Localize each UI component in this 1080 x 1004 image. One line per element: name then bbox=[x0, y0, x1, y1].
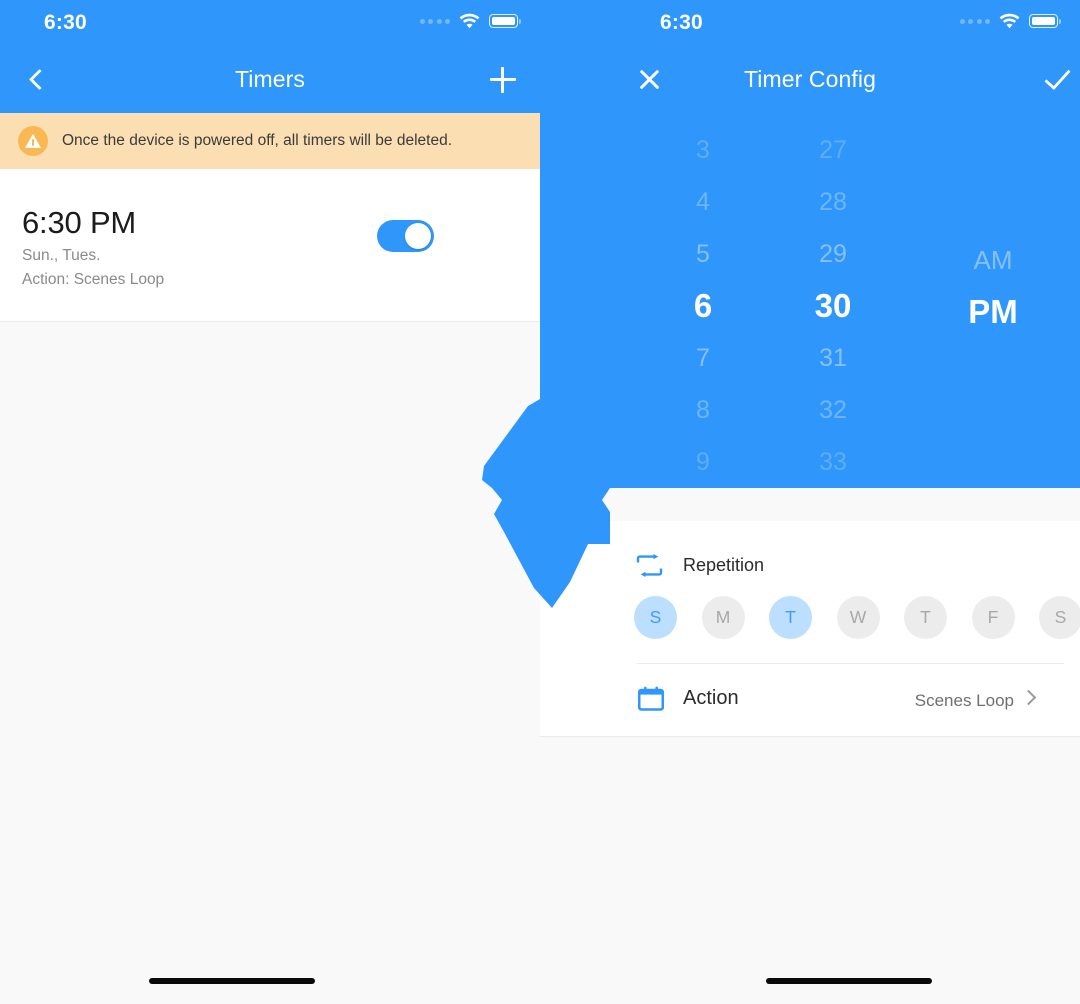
timer-time: 6:30 PM bbox=[22, 205, 137, 240]
warning-banner: Once the device is powered off, all time… bbox=[0, 113, 540, 169]
minute-option[interactable]: 32 bbox=[778, 384, 888, 436]
period-option[interactable]: PM bbox=[918, 286, 1068, 338]
status-bar-indicators bbox=[959, 13, 1061, 29]
day-toggle-6[interactable]: S bbox=[1039, 596, 1080, 639]
repetition-days[interactable]: SMTWTFS bbox=[634, 596, 1080, 639]
repeat-icon bbox=[636, 554, 663, 577]
minute-option[interactable]: 28 bbox=[778, 176, 888, 228]
day-toggle-2[interactable]: T bbox=[769, 596, 812, 639]
time-picker[interactable]: 3456789 27 28 29 30 31 32 33 AM PM bbox=[540, 113, 1080, 488]
hour-option[interactable]: 5 bbox=[648, 228, 758, 280]
signal-dots-icon bbox=[419, 18, 450, 24]
minute-option[interactable]: 29 bbox=[778, 228, 888, 280]
day-toggle-3[interactable]: W bbox=[836, 596, 880, 639]
wifi-icon bbox=[459, 13, 480, 29]
day-toggle-4[interactable]: T bbox=[904, 596, 947, 639]
home-indicator-left bbox=[149, 978, 315, 984]
battery-icon bbox=[1029, 14, 1061, 28]
calendar-icon bbox=[637, 686, 665, 712]
status-bar-left: 6:30 bbox=[0, 0, 540, 46]
plus-icon bbox=[490, 66, 516, 93]
status-bar-indicators bbox=[419, 13, 521, 29]
day-toggle-0[interactable]: S bbox=[634, 596, 677, 639]
period-option[interactable] bbox=[918, 438, 1068, 488]
status-bar-time: 6:30 bbox=[660, 11, 703, 34]
signal-dots-icon bbox=[959, 18, 990, 24]
hour-wheel[interactable]: 3456789 bbox=[648, 113, 758, 488]
battery-icon bbox=[489, 14, 521, 28]
sheet-gap bbox=[540, 488, 1080, 521]
screenshot-root: 6:30 Timers Once the device is powered o… bbox=[0, 0, 1080, 1004]
minute-option[interactable]: 33 bbox=[778, 436, 888, 488]
action-value: Scenes Loop bbox=[914, 691, 1014, 710]
action-label: Action bbox=[683, 687, 739, 709]
nav-bar-left: Timers bbox=[0, 46, 540, 113]
timer-enable-toggle[interactable] bbox=[377, 220, 434, 252]
hour-option[interactable]: 6 bbox=[648, 280, 758, 332]
nav-bar-right: Timer Config bbox=[540, 46, 1080, 113]
minute-option[interactable]: 30 bbox=[778, 280, 888, 332]
period-option[interactable] bbox=[918, 338, 1068, 388]
page-title: Timer Config bbox=[744, 66, 876, 92]
timer-action-text: Action: Scenes Loop bbox=[22, 271, 165, 288]
timer-list-item[interactable]: 6:30 PM Sun., Tues. Action: Scenes Loop bbox=[0, 169, 540, 322]
home-indicator-right bbox=[766, 978, 932, 984]
minute-option[interactable]: 27 bbox=[778, 124, 888, 176]
warning-text: Once the device is powered off, all time… bbox=[62, 132, 452, 149]
minute-wheel[interactable]: 27 28 29 30 31 32 33 bbox=[778, 113, 888, 488]
period-option[interactable] bbox=[918, 134, 1068, 184]
timer-days: Sun., Tues. bbox=[22, 247, 101, 264]
page-title: Timers bbox=[234, 66, 305, 92]
confirm-button[interactable] bbox=[1026, 46, 1080, 113]
timers-list-screen: 6:30 Timers Once the device is powered o… bbox=[0, 0, 540, 1004]
hour-option[interactable]: 9 bbox=[648, 436, 758, 488]
timer-config-screen: 6:30 Timer Config 3 4 5 6 7 8 9 27 28 29… bbox=[540, 0, 1080, 1004]
hour-option[interactable]: 8 bbox=[648, 384, 758, 436]
add-timer-button[interactable] bbox=[472, 46, 534, 113]
repetition-label: Repetition bbox=[683, 555, 765, 575]
wifi-icon bbox=[999, 13, 1020, 29]
action-row[interactable]: Action Scenes Loop bbox=[540, 664, 1080, 736]
config-sheet: Repetition SMTWTFS Action Scenes Loop bbox=[540, 521, 1080, 737]
minute-option[interactable]: 31 bbox=[778, 332, 888, 384]
check-icon bbox=[1043, 62, 1071, 91]
day-toggle-1[interactable]: M bbox=[701, 596, 745, 639]
hour-option[interactable]: 3 bbox=[648, 124, 758, 176]
period-wheel[interactable]: AM PM bbox=[918, 113, 1068, 488]
period-option[interactable] bbox=[918, 388, 1068, 438]
day-toggle-5[interactable]: F bbox=[971, 596, 1015, 639]
status-bar-time: 6:30 bbox=[44, 11, 87, 34]
chevron-right-icon bbox=[1020, 689, 1037, 706]
hour-option[interactable]: 7 bbox=[648, 332, 758, 384]
hour-option[interactable]: 4 bbox=[648, 176, 758, 228]
status-bar-right: 6:30 bbox=[540, 0, 1080, 46]
warning-triangle-icon bbox=[18, 126, 48, 156]
period-option[interactable] bbox=[918, 184, 1068, 234]
period-option[interactable]: AM bbox=[918, 234, 1068, 286]
